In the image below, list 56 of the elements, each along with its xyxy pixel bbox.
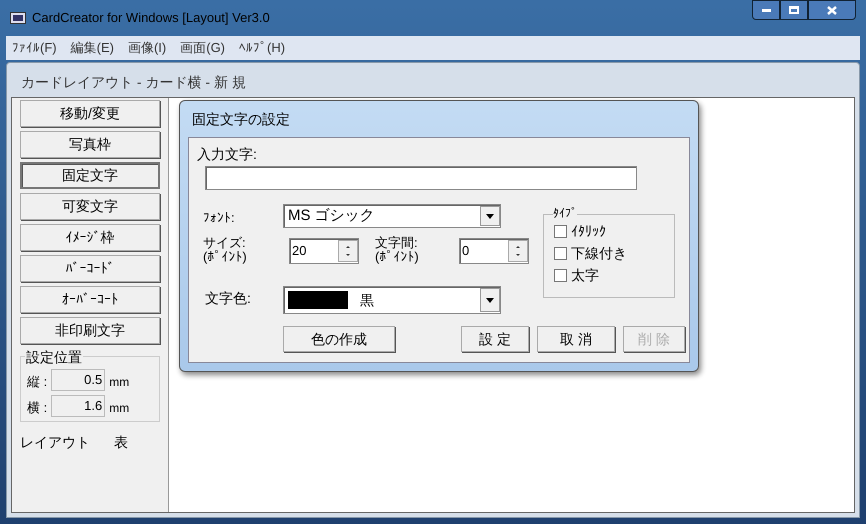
- dialog-title: 固定文字の設定: [191, 110, 291, 128]
- checkbox[interactable]: [554, 246, 567, 260]
- maximize-button[interactable]: [780, 0, 808, 20]
- checkbox-label: 太字: [571, 266, 599, 285]
- spinner-arrows-icon: [338, 240, 358, 262]
- field-label: 文字間:: [375, 236, 419, 250]
- value-field: 0.5: [51, 369, 106, 391]
- app-icon: [10, 12, 26, 24]
- document-title: カードレイアウト - カード横 - 新 規: [20, 72, 247, 92]
- window-title: CardCreator for Windows [Layout] Ver3.0: [32, 9, 271, 28]
- field-label: 縦 :: [27, 372, 48, 390]
- color-name: 黒: [360, 290, 374, 310]
- tool-button[interactable]: ｵｰﾊﾞｰｺｰﾄ: [20, 286, 160, 313]
- mode-label: レイアウト: [20, 433, 90, 452]
- number-spinner[interactable]: 0: [459, 238, 529, 264]
- value-field: 1.6: [51, 395, 106, 417]
- field-label: (ﾎﾟｲﾝﾄ): [203, 250, 247, 264]
- dialog-button[interactable]: 設 定: [461, 326, 529, 352]
- tool-button[interactable]: ﾊﾞｰｺｰﾄﾞ: [20, 255, 160, 282]
- field-label: (ﾎﾟｲﾝﾄ): [375, 250, 419, 264]
- minimize-button[interactable]: [752, 0, 780, 20]
- spinner-arrows-icon: [508, 240, 528, 262]
- dialog-button[interactable]: 取 消: [537, 326, 615, 352]
- field-label: 文字色:: [205, 289, 251, 308]
- tool-button[interactable]: 可変文字: [20, 193, 160, 220]
- number-spinner[interactable]: 20: [289, 238, 359, 264]
- text-input[interactable]: [205, 166, 637, 190]
- unit-label: mm: [109, 400, 130, 417]
- tool-button[interactable]: 固定文字: [20, 162, 160, 189]
- field-label: 横 :: [27, 398, 48, 416]
- field-label: サイズ:: [203, 236, 247, 250]
- checkbox-label: ｲﾀﾘｯｸ: [571, 222, 606, 241]
- unit-label: mm: [109, 374, 130, 391]
- checkbox[interactable]: [554, 224, 567, 238]
- menu-item[interactable]: 画面(G): [180, 38, 226, 58]
- tool-button[interactable]: ｲﾒｰｼﾞ枠: [20, 224, 160, 251]
- tool-button[interactable]: 非印刷文字: [20, 317, 160, 344]
- menu-item[interactable]: ﾌｧｲﾙ(F): [12, 38, 57, 58]
- checkbox[interactable]: [554, 268, 567, 282]
- menu-item[interactable]: 画像(I): [128, 38, 166, 58]
- group-title: ﾀｲﾌﾟ: [553, 206, 577, 220]
- tool-button[interactable]: 移動/変更: [20, 100, 160, 127]
- close-button[interactable]: [808, 0, 856, 20]
- side-label: 表: [114, 433, 128, 452]
- spinner-value: 0: [462, 242, 470, 260]
- spinner-value: 20: [292, 242, 308, 260]
- field-label: ﾌｫﾝﾄ:: [203, 209, 235, 227]
- color-dropdown[interactable]: 黒: [283, 286, 501, 314]
- dialog-button[interactable]: 色の作成: [283, 326, 395, 352]
- field-label: 入力文字:: [197, 145, 257, 164]
- menu-item[interactable]: 編集(E): [70, 38, 114, 58]
- tool-button[interactable]: 写真枠: [20, 131, 160, 158]
- menu-item[interactable]: ﾍﾙﾌﾟ(H): [239, 38, 286, 58]
- close-icon: [827, 6, 837, 14]
- font-dropdown[interactable]: MS ゴシック: [283, 204, 501, 228]
- checkbox-label: 下線付き: [571, 244, 627, 263]
